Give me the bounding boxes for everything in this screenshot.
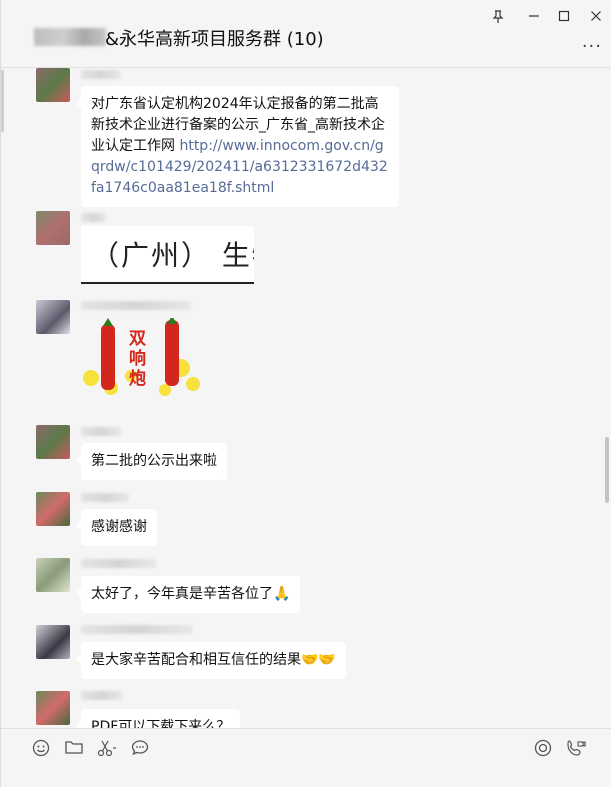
pray-emoji: 🙏 (273, 586, 291, 602)
sender-name (81, 213, 106, 222)
sender-name (81, 559, 156, 568)
message-text: PDF可以下载下来么？ (91, 719, 231, 728)
message-bubble[interactable]: 太好了，今年真是辛苦各位了🙏 (75, 576, 301, 613)
video-call-icon[interactable] (565, 739, 587, 761)
handshake-emoji: 🤝🤝 (301, 652, 336, 668)
avatar[interactable] (36, 691, 70, 725)
image-text: （广州） 生物 (91, 239, 254, 272)
sender-name (81, 493, 129, 502)
sender-name (81, 301, 191, 310)
sender-name (81, 427, 121, 436)
close-icon[interactable] (588, 10, 604, 27)
avatar[interactable] (36, 492, 70, 526)
maximize-icon[interactable] (556, 10, 572, 27)
svg-text:炮: 炮 (129, 368, 146, 389)
sticker-text: 双 (129, 329, 146, 349)
avatar[interactable] (36, 558, 70, 592)
title-bar: &永华高新项目服务群 (10) ··· (1, 0, 611, 68)
avatar[interactable] (36, 68, 70, 102)
sender-name (81, 70, 121, 79)
message-bubble[interactable]: PDF可以下载下来么？ (75, 709, 241, 728)
svg-text:响: 响 (129, 348, 146, 369)
avatar[interactable] (36, 425, 70, 459)
message-text: 是大家辛苦配合和相互信任的结果 (91, 652, 301, 668)
minimize-icon[interactable] (526, 10, 542, 27)
pin-icon[interactable] (490, 10, 506, 28)
more-options-button[interactable]: ··· (582, 36, 602, 57)
message-text: 感谢感谢 (91, 519, 147, 535)
sender-name (81, 691, 123, 700)
smile-icon[interactable] (30, 739, 52, 761)
message-bubble[interactable]: 第二批的公示出来啦 (76, 443, 227, 480)
message-bubble[interactable]: 对广东省认定机构2024年认定报备的第二批高新技术企业进行备案的公示_广东省_高… (76, 86, 399, 207)
chat-title: &永华高新项目服务群 (10) (105, 29, 324, 50)
scrollbar-thumb[interactable] (605, 437, 609, 503)
folder-icon[interactable] (63, 739, 85, 761)
shared-image[interactable]: （广州） 生物 (81, 226, 254, 284)
blurred-group-name (34, 28, 106, 46)
message-text: 第二批的公示出来啦 (91, 453, 217, 469)
message-bubble[interactable]: 是大家辛苦配合和相互信任的结果🤝🤝 (76, 642, 346, 679)
avatar[interactable] (36, 625, 70, 659)
message-text: 太好了，今年真是辛苦各位了 (91, 586, 273, 602)
input-toolbar (1, 728, 611, 787)
live-icon[interactable] (532, 739, 554, 761)
sender-name (81, 625, 193, 634)
firecracker-sticker[interactable]: 双 响 炮 (81, 316, 201, 402)
scrollbar[interactable] (604, 68, 611, 728)
avatar[interactable] (36, 211, 70, 245)
message-list[interactable]: 对广东省认定机构2024年认定报备的第二批高新技术企业进行备案的公示_广东省_高… (1, 68, 605, 728)
chat-window: &永华高新项目服务群 (10) ··· 对广东省认定机构2024年认定报备的第二… (0, 0, 611, 787)
avatar[interactable] (36, 300, 70, 334)
chat-bubble-icon[interactable] (129, 739, 151, 761)
scissors-icon[interactable] (96, 739, 118, 761)
message-bubble[interactable]: 感谢感谢 (76, 509, 157, 546)
